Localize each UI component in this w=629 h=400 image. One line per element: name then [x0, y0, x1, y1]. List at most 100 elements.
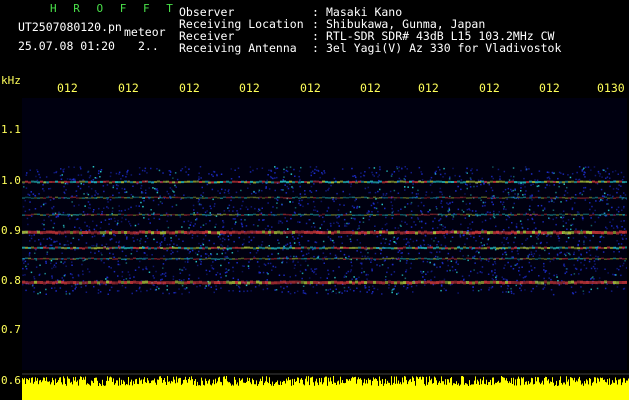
signal-segment [508, 213, 511, 216]
strip-bar [207, 383, 208, 400]
noise-dot [594, 174, 597, 177]
noise-dot [196, 235, 199, 237]
noise-dot [528, 209, 531, 211]
signal-segment [379, 281, 382, 285]
strip-bar [614, 382, 615, 400]
noise-dot [481, 266, 484, 268]
strip-bar [213, 379, 214, 400]
strip-bar [287, 380, 288, 400]
noise-dot [305, 222, 308, 225]
strip-bar [440, 383, 441, 400]
signal-segment [616, 247, 619, 250]
signal-segment [193, 196, 196, 199]
noise-dot [573, 264, 575, 266]
signal-segment [487, 231, 490, 235]
noise-dot [164, 239, 166, 241]
noise-dot [235, 191, 238, 194]
noise-dot [624, 260, 626, 262]
signal-segment [199, 213, 202, 216]
signal-segment [247, 196, 250, 199]
signal-segment [100, 214, 103, 216]
strip-bar [133, 381, 134, 400]
signal-segment [427, 258, 430, 260]
noise-dot [353, 290, 355, 292]
noise-dot [376, 235, 379, 238]
signal-segment [97, 213, 100, 216]
noise-dot [267, 174, 269, 176]
noise-dot [329, 252, 332, 255]
noise-dot [207, 284, 210, 287]
noise-dot [522, 277, 525, 279]
noise-dot [162, 235, 164, 238]
signal-segment [256, 181, 259, 184]
signal-segment [142, 197, 145, 199]
noise-dot [232, 270, 235, 273]
signal-segment [229, 247, 232, 250]
signal-segment [358, 196, 361, 199]
noise-dot [457, 208, 460, 211]
noise-dot [581, 193, 583, 196]
noise-dot [147, 218, 150, 220]
noise-dot [536, 179, 539, 182]
strip-bar [264, 382, 265, 400]
noise-dot [194, 252, 197, 254]
noise-dot [455, 261, 457, 264]
signal-segment [487, 181, 490, 184]
noise-dot [113, 270, 116, 273]
noise-dot [139, 286, 141, 289]
strip-bar [261, 381, 262, 400]
noise-dot [355, 198, 357, 201]
noise-dot [552, 293, 555, 296]
signal-segment [466, 197, 469, 199]
signal-segment [346, 180, 349, 183]
strip-bar [35, 377, 36, 400]
noise-dot [162, 263, 165, 265]
signal-segment [523, 213, 526, 216]
strip-bar [153, 380, 154, 400]
signal-segment [367, 197, 370, 199]
noise-dot [468, 274, 470, 277]
signal-segment [535, 231, 538, 235]
noise-dot [234, 169, 236, 171]
strip-bar [583, 385, 584, 400]
noise-dot [285, 192, 287, 194]
signal-segment [517, 181, 520, 184]
signal-segment [67, 247, 70, 249]
signal-segment [451, 181, 454, 183]
noise-dot [110, 267, 112, 269]
noise-dot [557, 177, 559, 180]
signal-segment [307, 181, 310, 184]
signal-segment [202, 231, 205, 235]
noise-dot [380, 242, 382, 245]
noise-dot [82, 270, 84, 272]
signal-segment [550, 180, 553, 183]
signal-segment [580, 258, 583, 260]
noise-dot [415, 284, 418, 287]
signal-segment [538, 230, 541, 234]
noise-dot [613, 274, 616, 276]
signal-segment [103, 231, 106, 235]
signal-segment [124, 231, 127, 234]
noise-dot [69, 273, 72, 275]
signal-segment [250, 196, 253, 199]
strip-bar [121, 379, 122, 400]
noise-dot [376, 288, 379, 291]
noise-dot [523, 177, 525, 180]
noise-dot [573, 218, 575, 220]
signal-segment [556, 181, 559, 183]
signal-segment [385, 197, 388, 199]
noise-dot [517, 194, 519, 197]
noise-dot [238, 285, 240, 288]
noise-dot [384, 223, 387, 226]
noise-dot [53, 264, 56, 266]
strip-bar [602, 377, 603, 400]
signal-segment [532, 281, 535, 285]
signal-segment [103, 180, 106, 183]
noise-dot [555, 223, 557, 226]
noise-dot [141, 192, 144, 194]
signal-segment [496, 196, 499, 199]
signal-segment [313, 230, 316, 234]
strip-bar [273, 385, 274, 400]
signal-segment [580, 247, 583, 250]
noise-dot [293, 267, 296, 269]
